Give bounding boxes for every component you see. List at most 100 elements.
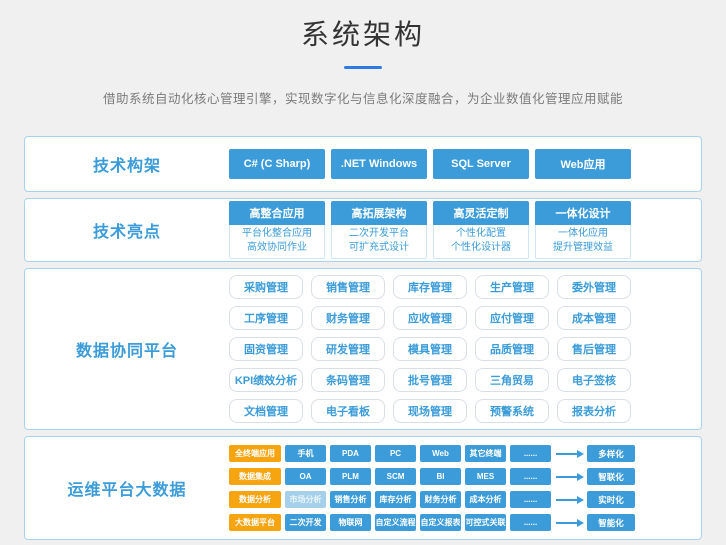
bigdata-result-chip: 智能化 — [587, 514, 635, 531]
bigdata-item-chip: ...... — [510, 468, 551, 485]
module-chip: 模具管理 — [393, 337, 467, 361]
bigdata-item-chip: ...... — [510, 491, 551, 508]
highlight-card-body: 二次开发平台可扩充式设计 — [331, 225, 427, 259]
module-chip: 电子签核 — [557, 368, 631, 392]
arrow-right-icon — [556, 499, 582, 501]
bigdata-item-chip: SCM — [375, 468, 416, 485]
bigdata-result-chip: 实时化 — [587, 491, 635, 508]
section-tech-stack: 技术构架 C# (C Sharp).NET WindowsSQL ServerW… — [24, 136, 702, 192]
module-chip: 现场管理 — [393, 399, 467, 423]
module-chip: 品质管理 — [475, 337, 549, 361]
bigdata-item-chip: 物联网 — [330, 514, 371, 531]
tech-stack-chip: SQL Server — [433, 149, 529, 179]
title-underline — [344, 66, 382, 69]
module-chip: 固资管理 — [229, 337, 303, 361]
bigdata-row: 全终端应用手机PDAPCWeb其它终端...... 多样化 — [229, 445, 635, 462]
module-chip: 售后管理 — [557, 337, 631, 361]
module-chip: 应收管理 — [393, 306, 467, 330]
arrow-right-icon — [556, 453, 582, 455]
page-title: 系统架构 — [0, 0, 726, 53]
bigdata-category-badge: 全终端应用 — [229, 445, 281, 462]
bigdata-result-chip: 多样化 — [587, 445, 635, 462]
tech-stack-label: 技术构架 — [25, 137, 229, 191]
data-platform-label: 数据协同平台 — [25, 269, 229, 429]
highlight-card-line: 提升管理效益 — [536, 241, 630, 255]
section-bigdata: 运维平台大数据 全终端应用手机PDAPCWeb其它终端......多样化数据集成… — [24, 436, 702, 540]
bigdata-item-chip: 二次开发 — [285, 514, 326, 531]
highlight-card-body: 一体化应用提升管理效益 — [535, 225, 631, 259]
bigdata-item-chip: 销售分析 — [330, 491, 371, 508]
bigdata-item-chip: 库存分析 — [375, 491, 416, 508]
arrow-right-icon — [556, 476, 582, 478]
module-chip: 财务管理 — [311, 306, 385, 330]
highlight-card-line: 平台化整合应用 — [230, 227, 324, 241]
highlight-card: 高整合应用平台化整合应用高效协同作业 — [229, 201, 325, 259]
bigdata-item-chip: 自定义流程 — [375, 514, 416, 531]
module-grid: 采购管理销售管理库存管理生产管理委外管理工序管理财务管理应收管理应付管理成本管理… — [229, 269, 701, 429]
bigdata-item-chip: 可控式关联 — [465, 514, 506, 531]
module-chip: 研发管理 — [311, 337, 385, 361]
highlight-card-line: 个性化配置 — [434, 227, 528, 241]
tech-stack-chip: C# (C Sharp) — [229, 149, 325, 179]
module-chip: 文档管理 — [229, 399, 303, 423]
section-highlights: 技术亮点 高整合应用平台化整合应用高效协同作业高拓展架构二次开发平台可扩充式设计… — [24, 198, 702, 262]
module-chip: 电子看板 — [311, 399, 385, 423]
highlight-cards: 高整合应用平台化整合应用高效协同作业高拓展架构二次开发平台可扩充式设计高灵活定制… — [229, 199, 701, 261]
bigdata-category-badge: 数据分析 — [229, 491, 281, 508]
highlight-card-line: 个性化设计器 — [434, 241, 528, 255]
highlights-label: 技术亮点 — [25, 199, 229, 261]
module-chip: 应付管理 — [475, 306, 549, 330]
bigdata-item-chip: 财务分析 — [420, 491, 461, 508]
module-chip: 三角贸易 — [475, 368, 549, 392]
bigdata-item-chip: 手机 — [285, 445, 326, 462]
bigdata-row: 大数据平台二次开发物联网自定义流程自定义报表可控式关联...... 智能化 — [229, 514, 635, 531]
bigdata-item-chip: ...... — [510, 445, 551, 462]
module-chip: 成本管理 — [557, 306, 631, 330]
bigdata-rows: 全终端应用手机PDAPCWeb其它终端......多样化数据集成OAPLMSCM… — [229, 437, 701, 539]
page-subtitle: 借助系统自动化核心管理引擎，实现数字化与信息化深度融合，为企业数值化管理应用赋能 — [0, 88, 726, 107]
bigdata-item-chip: Web — [420, 445, 461, 462]
module-chip: 委外管理 — [557, 275, 631, 299]
module-chip: 销售管理 — [311, 275, 385, 299]
tech-stack-chip: Web应用 — [535, 149, 631, 179]
bigdata-row: 数据分析市场分析销售分析库存分析财务分析成本分析......实时化 — [229, 491, 635, 508]
highlight-card-line: 二次开发平台 — [332, 227, 426, 241]
module-chip: 工序管理 — [229, 306, 303, 330]
module-chip: 报表分析 — [557, 399, 631, 423]
highlight-card-title: 高灵活定制 — [433, 201, 529, 225]
bigdata-item-chip: 自定义报表 — [420, 514, 461, 531]
bigdata-item-chip: OA — [285, 468, 326, 485]
highlight-card-body: 个性化配置个性化设计器 — [433, 225, 529, 259]
bigdata-category-badge: 大数据平台 — [229, 514, 281, 531]
module-chip: 库存管理 — [393, 275, 467, 299]
highlight-card: 一体化设计一体化应用提升管理效益 — [535, 201, 631, 259]
highlight-card-line: 可扩充式设计 — [332, 241, 426, 255]
bigdata-item-chip: ...... — [510, 514, 551, 531]
highlight-card-title: 高拓展架构 — [331, 201, 427, 225]
bigdata-label: 运维平台大数据 — [25, 437, 229, 539]
system-architecture-page: 系统架构 借助系统自动化核心管理引擎，实现数字化与信息化深度融合，为企业数值化管… — [0, 0, 726, 545]
section-data-platform: 数据协同平台 采购管理销售管理库存管理生产管理委外管理工序管理财务管理应收管理应… — [24, 268, 702, 430]
module-chip: 生产管理 — [475, 275, 549, 299]
bigdata-item-chip: 其它终端 — [465, 445, 506, 462]
tech-stack-chip: .NET Windows — [331, 149, 427, 179]
bigdata-item-chip: MES — [465, 468, 506, 485]
highlight-card-title: 高整合应用 — [229, 201, 325, 225]
bigdata-item-chip: 市场分析 — [285, 491, 326, 508]
module-chip: 条码管理 — [311, 368, 385, 392]
highlight-card-title: 一体化设计 — [535, 201, 631, 225]
module-chip: 预警系统 — [475, 399, 549, 423]
highlight-card-body: 平台化整合应用高效协同作业 — [229, 225, 325, 259]
bigdata-item-chip: BI — [420, 468, 461, 485]
bigdata-row: 数据集成OAPLMSCMBIMES......智联化 — [229, 468, 635, 485]
bigdata-result-chip: 智联化 — [587, 468, 635, 485]
module-chip: KPI绩效分析 — [229, 368, 303, 392]
bigdata-item-chip: PLM — [330, 468, 371, 485]
highlight-card-line: 一体化应用 — [536, 227, 630, 241]
arrow-right-icon — [556, 522, 582, 524]
bigdata-item-chip: PDA — [330, 445, 371, 462]
highlight-card: 高灵活定制个性化配置个性化设计器 — [433, 201, 529, 259]
module-chip: 批号管理 — [393, 368, 467, 392]
tech-stack-buttons: C# (C Sharp).NET WindowsSQL ServerWeb应用 — [229, 137, 701, 191]
bigdata-item-chip: PC — [375, 445, 416, 462]
